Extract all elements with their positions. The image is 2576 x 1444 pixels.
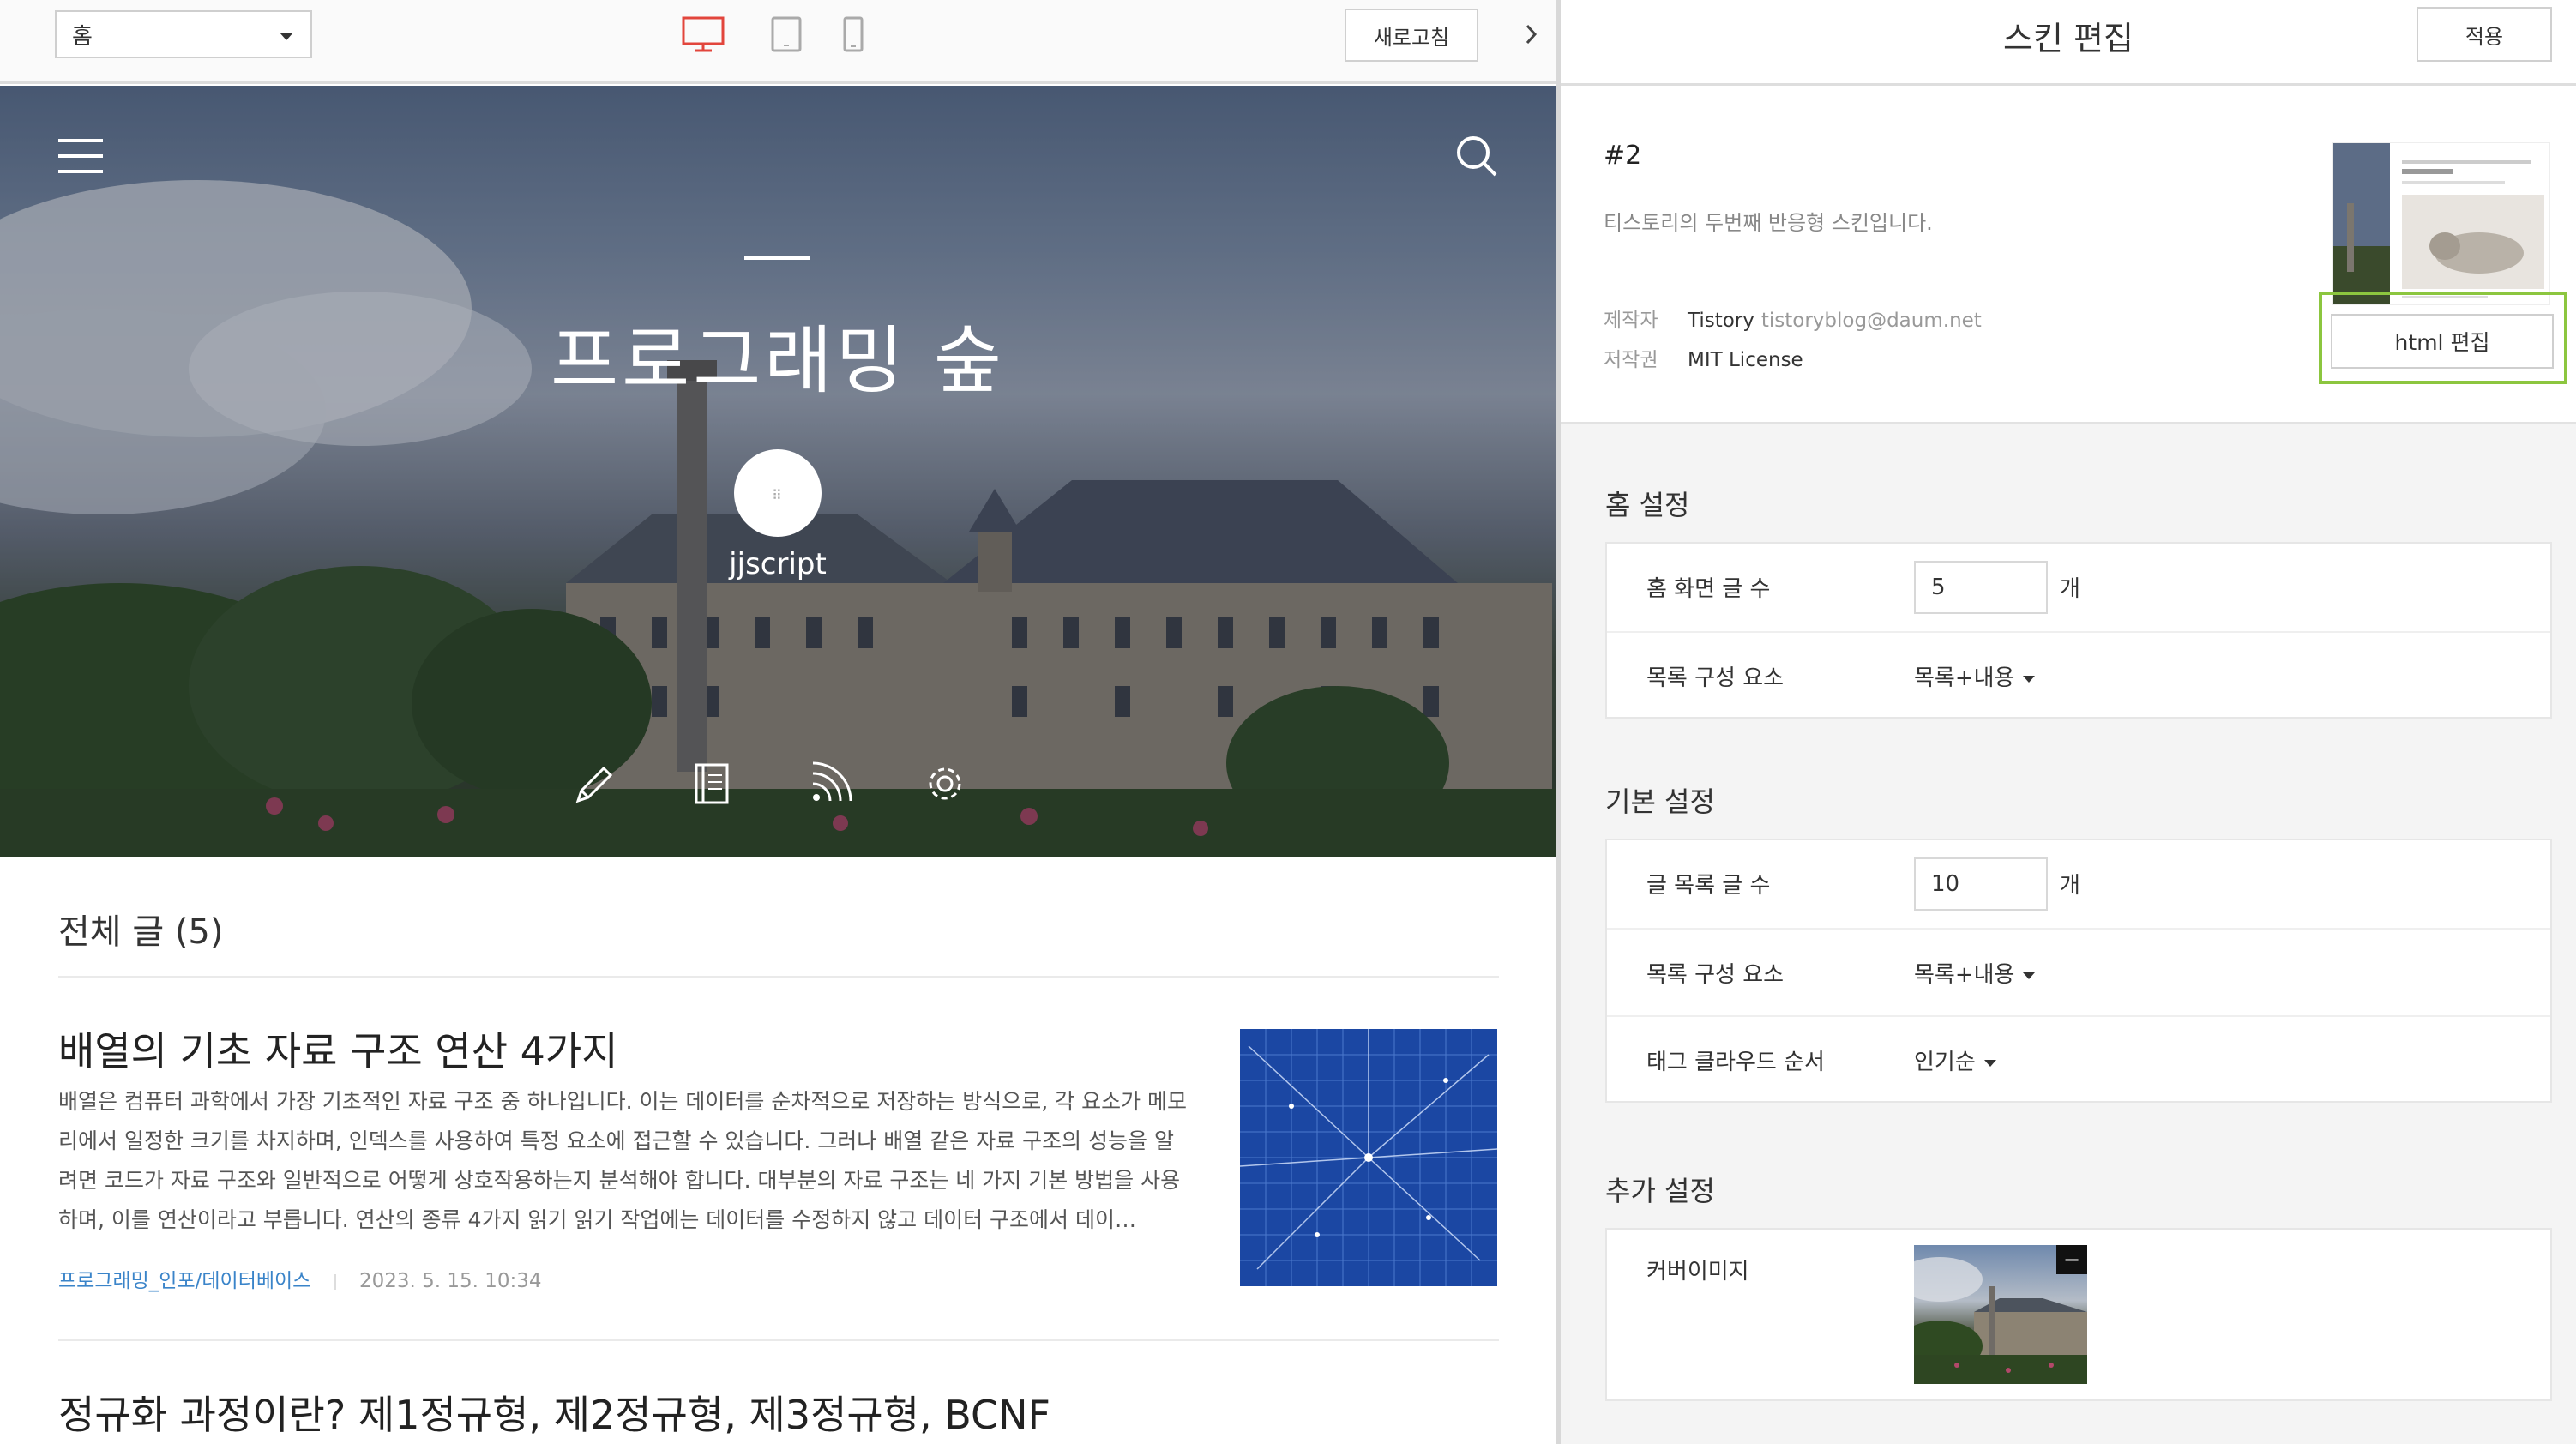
cover-image-thumbnail[interactable]: − — [1914, 1245, 2087, 1384]
skin-preview-image — [2332, 142, 2550, 305]
list-component-row: 목록 구성 요소 목록+내용 — [1607, 928, 2550, 1014]
tablet-icon[interactable] — [770, 15, 803, 57]
meta-separator — [334, 1273, 336, 1290]
tag-cloud-dropdown[interactable]: 인기순 — [1914, 1044, 1996, 1076]
rss-icon[interactable] — [808, 761, 852, 809]
skin-name: #2 — [1604, 141, 1642, 171]
desktop-icon[interactable] — [681, 15, 725, 57]
apply-button[interactable]: 적용 — [2417, 7, 2552, 62]
dropdown-value: 목록+내용 — [1914, 665, 2015, 691]
home-list-component-row: 목록 구성 요소 목록+내용 — [1607, 631, 2550, 717]
blog-title[interactable]: 프로그래밍 숲 — [0, 300, 1556, 407]
post-count-row: 글 목록 글 수 10 개 — [1607, 840, 2550, 926]
dropdown-value: 목록+내용 — [1914, 962, 2015, 988]
tag-cloud-label: 태그 클라우드 순서 — [1646, 1050, 1825, 1075]
chevron-down-icon — [2023, 972, 2036, 979]
license-value: MIT License — [1688, 349, 1803, 371]
extra-settings-card: 커버이미지 − — [1605, 1228, 2552, 1401]
unit-label: 개 — [2060, 873, 2080, 899]
post-thumbnail[interactable] — [1240, 1029, 1497, 1286]
avatar[interactable]: ⠿ — [734, 449, 822, 537]
page-select-value: 홈 — [72, 23, 93, 50]
skin-description: 티스토리의 두번째 반응형 스킨입니다. — [1604, 211, 1933, 235]
preview-toolbar: 홈 새로고침 — [0, 0, 1556, 84]
divider — [58, 1339, 1499, 1341]
post-date: 2023. 5. 15. 10:34 — [358, 1270, 542, 1292]
post-title[interactable]: 배열의 기초 자료 구조 연산 4가지 — [58, 1020, 618, 1077]
dropdown-value: 인기순 — [1914, 1050, 1976, 1075]
minus-icon[interactable]: − — [2056, 1245, 2087, 1274]
total-posts-heading: 전체 글 (5) — [58, 912, 224, 952]
skin-info: #2 티스토리의 두번째 반응형 스킨입니다. 제작자 Tistory tistor… — [1561, 86, 2576, 424]
cover-image-label: 커버이미지 — [1646, 1259, 1749, 1285]
skin-author: 제작자 Tistory tistoryblog@daum.net — [1604, 304, 1982, 333]
divider — [58, 976, 1499, 978]
blog-username: jjscript — [729, 547, 827, 581]
list-component-label: 목록 구성 요소 — [1646, 962, 1785, 988]
book-icon[interactable] — [691, 761, 732, 809]
home-post-count-row: 홈 화면 글 수 5 개 — [1607, 544, 2550, 629]
gear-icon[interactable] — [923, 761, 967, 809]
hamburger-menu-icon[interactable] — [57, 137, 105, 178]
post-excerpt[interactable]: 배열은 컴퓨터 과학에서 가장 기초적인 자료 구조 중 하나입니다. 이는 데… — [58, 1082, 1190, 1240]
chevron-down-icon — [1983, 1059, 1996, 1067]
basic-settings-card: 글 목록 글 수 10 개 목록 구성 요소 목록+내용 태그 클라우드 순서 … — [1605, 839, 2552, 1103]
page-select[interactable]: 홈 — [55, 10, 312, 58]
skin-edit-panel: 스킨 편집 적용 #2 티스토리의 두번째 반응형 스킨입니다. 제작자 Tist… — [1561, 0, 2576, 1444]
post-category[interactable]: 프로그래밍_인포/데이터베이스 — [58, 1270, 310, 1292]
post-title[interactable]: 정규화 과정이란? 제1정규형, 제2정규형, 제3정규형, BCNF — [58, 1384, 1050, 1441]
blog-cover: 프로그래밍 숲 ⠿ jjscript — [0, 86, 1556, 857]
post-meta: 프로그래밍_인포/데이터베이스 2023. 5. 15. 10:34 — [58, 1264, 542, 1293]
extra-settings-title: 추가 설정 — [1605, 1175, 1715, 1207]
chevron-right-icon[interactable] — [1511, 17, 1550, 51]
home-list-component-dropdown[interactable]: 목록+내용 — [1914, 660, 2036, 692]
avatar-placeholder-icon: ⠿ — [772, 487, 782, 503]
chevron-down-icon — [2023, 675, 2036, 683]
title-dash — [744, 256, 810, 260]
network-image — [1240, 1029, 1497, 1286]
post-count-label: 글 목록 글 수 — [1646, 873, 1771, 899]
home-post-count-label: 홈 화면 글 수 — [1646, 576, 1771, 602]
mobile-icon[interactable] — [842, 15, 864, 57]
html-edit-button[interactable]: html 편집 — [2331, 314, 2554, 369]
home-settings-card: 홈 화면 글 수 5 개 목록 구성 요소 목록+내용 — [1605, 542, 2552, 719]
blog-preview-pane: 홈 새로고침 프로그래밍 숲 ⠿ jjscript 전체 글 (5) 배열의 기… — [0, 0, 1556, 1444]
pencil-icon[interactable] — [573, 761, 617, 809]
list-component-dropdown[interactable]: 목록+내용 — [1914, 957, 2036, 989]
author-name: Tistory — [1688, 310, 1754, 332]
chevron-down-icon — [280, 33, 293, 40]
license-key: 저작권 — [1604, 349, 1658, 371]
home-list-component-label: 목록 구성 요소 — [1646, 665, 1785, 691]
panel-header: 스킨 편집 적용 — [1561, 0, 2576, 86]
post-count-input[interactable]: 10 — [1914, 857, 2048, 911]
home-settings-title: 홈 설정 — [1605, 489, 1690, 521]
tag-cloud-row: 태그 클라우드 순서 인기순 — [1607, 1015, 2550, 1101]
refresh-button[interactable]: 새로고침 — [1345, 9, 1478, 62]
basic-settings-title: 기본 설정 — [1605, 785, 1715, 818]
skin-license: 저작권 MIT License — [1604, 343, 1803, 372]
unit-label: 개 — [2060, 576, 2080, 602]
author-key: 제작자 — [1604, 310, 1658, 332]
home-post-count-input[interactable]: 5 — [1914, 561, 2048, 614]
author-email: tistoryblog@daum.net — [1760, 310, 1982, 332]
search-icon[interactable] — [1454, 134, 1499, 182]
